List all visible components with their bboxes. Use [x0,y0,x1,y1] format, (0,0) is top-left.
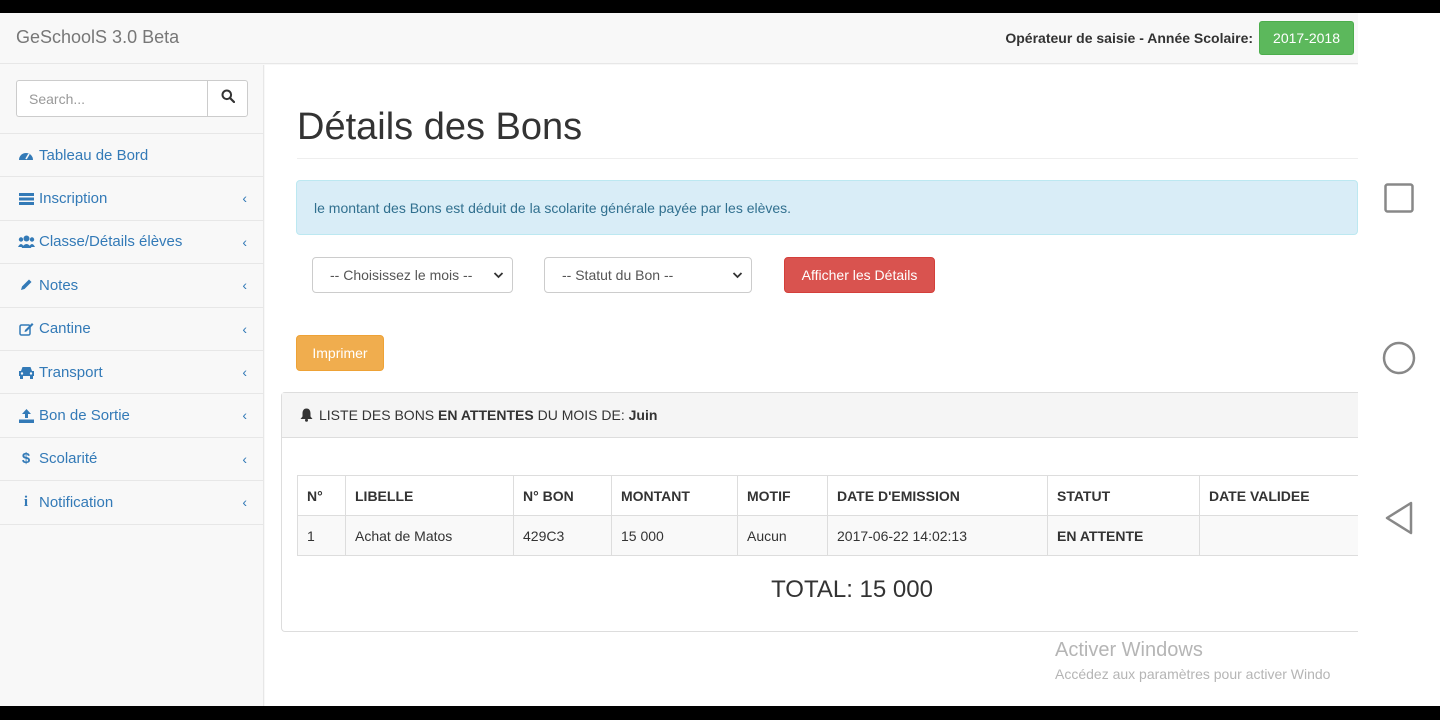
chevron-left-icon: ‹ [242,450,247,467]
column-header: LIBELLE [345,475,514,516]
page-title: Détails des Bons [297,106,583,148]
sidebar-item-label: Notes [39,276,79,294]
month-select-value: -- Choisissez le mois -- [330,267,473,283]
sidebar-item-label: Tableau de Bord [39,146,149,164]
dollar-icon: $ [21,450,31,468]
title-divider [297,158,1358,159]
search-icon [221,89,235,108]
school-year-button[interactable]: 2017-2018 [1259,21,1354,55]
column-header: N° BON [513,475,612,516]
main-content: Détails des Bons le montant des Bons est… [265,65,1358,706]
info-alert: le montant des Bons est déduit de la sco… [296,180,1358,235]
total-amount: TOTAL: 15 000 [771,576,933,603]
sidebar-item-notes[interactable]: Notes ‹ [0,264,264,308]
chevron-left-icon: ‹ [242,494,247,511]
pencil-icon [17,278,35,292]
bell-icon [300,408,313,422]
car-icon [17,366,35,379]
panel-middle: DU MOIS DE: [537,407,625,423]
sidebar-menu: Tableau de Bord Inscription ‹ Classe/Dét… [0,133,264,525]
table-cell: Aucun [737,515,828,556]
column-header: MONTANT [611,475,738,516]
navbar-right: Opérateur de saisie - Année Scolaire: 20… [1005,21,1354,55]
sidebar-item-cantine[interactable]: Cantine ‹ [0,308,264,351]
search-group [16,80,248,117]
app-window: GeSchoolS 3.0 Beta Opérateur de saisie -… [0,13,1358,706]
table-cell [1199,515,1358,556]
sidebar-item-label: Transport [39,363,103,381]
table-cell: 429C3 [513,515,612,556]
bons-panel: LISTE DES BONS EN ATTENTES DU MOIS DE: J… [281,392,1358,632]
month-select[interactable]: -- Choisissez le mois -- [312,257,513,293]
chevron-left-icon: ‹ [242,277,247,294]
triangle-back-icon [1384,501,1414,540]
search-input[interactable] [16,80,207,117]
sidebar-item-label: Inscription [39,190,108,208]
chevron-left-icon: ‹ [242,407,247,424]
watermark-subtitle: Accédez aux paramètres pour activer Wind… [1055,666,1331,682]
sidebar-item-scolarite[interactable]: $ Scolarité ‹ [0,438,264,482]
sidebar-item-tableau-de-bord[interactable]: Tableau de Bord [0,134,264,178]
search-button[interactable] [207,80,248,117]
sidebar-item-inscription[interactable]: Inscription ‹ [0,177,264,221]
info-icon: i [23,493,29,510]
panel-month: Juin [628,407,658,423]
column-header: MOTIF [737,475,828,516]
table-row[interactable]: 1 Achat de Matos 429C3 15 000 Aucun 2017… [297,515,1358,556]
square-icon [1384,182,1414,218]
show-details-button[interactable]: Afficher les Détails [784,257,935,293]
column-header: STATUT [1047,475,1200,516]
role-label: Opérateur de saisie - Année Scolaire: [1005,30,1254,46]
circle-icon [1382,341,1416,380]
upload-icon [17,408,35,423]
chevron-left-icon: ‹ [242,363,247,380]
home-button[interactable] [1382,341,1416,380]
android-navigation-bar [1358,13,1440,706]
table-cell: 1 [297,515,346,556]
bons-table: N° LIBELLE N° BON MONTANT MOTIF DATE D'E… [297,475,1358,556]
chevron-down-icon [732,268,743,285]
sidebar-item-label: Classe/Détails élèves [39,233,183,251]
table-cell: 15 000 [611,515,738,556]
recent-apps-button[interactable] [1382,182,1416,218]
chevron-left-icon: ‹ [242,190,247,207]
top-navbar: GeSchoolS 3.0 Beta Opérateur de saisie -… [0,13,1358,64]
brand-logo[interactable]: GeSchoolS 3.0 Beta [16,27,179,48]
back-button[interactable] [1382,501,1416,540]
panel-status: EN ATTENTES [438,407,534,423]
table-header-row: N° LIBELLE N° BON MONTANT MOTIF DATE D'E… [297,475,1358,516]
users-icon [17,235,35,249]
column-header: DATE VALIDEE [1199,475,1358,516]
sidebar: Tableau de Bord Inscription ‹ Classe/Dét… [0,65,264,706]
dashboard-icon [17,148,35,162]
edit-icon [17,322,35,336]
sidebar-item-bon-de-sortie[interactable]: Bon de Sortie ‹ [0,394,264,438]
status-select[interactable]: -- Statut du Bon -- [544,257,752,293]
bottom-black-bar [0,706,1440,720]
chevron-down-icon [493,268,504,285]
chevron-left-icon: ‹ [242,320,247,337]
sidebar-item-label: Bon de Sortie [39,407,130,425]
sidebar-item-label: Cantine [39,320,91,338]
column-header: DATE D'EMISSION [827,475,1048,516]
list-icon [17,192,35,205]
sidebar-item-label: Scolarité [39,450,98,468]
windows-activation-watermark: Activer Windows Accédez aux paramètres p… [1055,639,1330,682]
sidebar-item-classe[interactable]: Classe/Détails élèves ‹ [0,221,264,265]
sidebar-item-transport[interactable]: Transport ‹ [0,351,264,395]
table-cell: Achat de Matos [345,515,514,556]
panel-prefix: LISTE DES BONS [319,407,435,423]
column-header: N° [297,475,346,516]
watermark-title: Activer Windows [1055,639,1203,661]
print-button[interactable]: Imprimer [296,335,384,371]
table-cell: 2017-06-22 14:02:13 [827,515,1048,556]
status-select-value: -- Statut du Bon -- [562,267,674,283]
top-black-bar [0,0,1440,13]
sidebar-item-label: Notification [39,493,114,511]
panel-heading: LISTE DES BONS EN ATTENTES DU MOIS DE: J… [282,393,1358,438]
table-cell: EN ATTENTE [1047,515,1200,556]
sidebar-item-notification[interactable]: i Notification ‹ [0,481,264,525]
chevron-left-icon: ‹ [242,233,247,250]
